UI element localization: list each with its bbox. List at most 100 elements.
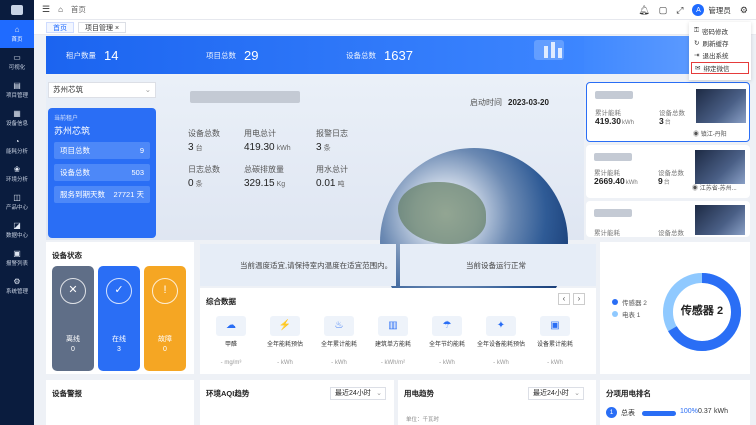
- sidebar-item-product-center[interactable]: ◫ 产品中心: [0, 188, 34, 216]
- rank-name: 总表: [621, 410, 635, 417]
- energy-unit: kWh: [622, 120, 634, 126]
- energy-number: 419.30: [595, 116, 621, 126]
- sidebar-item-label: 可视化: [8, 65, 26, 71]
- username[interactable]: 管理员: [708, 5, 731, 16]
- metric-annual-device-energy-estimate: ✦ 全年设备能耗预估 - kWh: [476, 316, 526, 366]
- rank-unit: kWh: [714, 408, 728, 415]
- settings-gear-icon[interactable]: ⚙: [740, 5, 748, 16]
- stat-label: 用水总计: [316, 165, 348, 174]
- rank-value: 0.37: [698, 408, 712, 415]
- data-icon: ◪: [13, 221, 21, 230]
- stat-value: 419.30 kWh: [244, 142, 291, 153]
- home-icon: ⌂: [14, 25, 20, 34]
- project-card[interactable]: 累计能耗 设备总数: [586, 201, 750, 237]
- device-value: 9台: [658, 176, 670, 186]
- project-thumbnail: [696, 89, 746, 123]
- project-card[interactable]: 累计能耗 2669.40kWh 设备总数 9台 ◉ 江苏省-苏州...: [586, 145, 750, 198]
- sidebar-item-label: 项目管理: [5, 93, 28, 99]
- tenant-row: 项目总数 9: [54, 142, 150, 159]
- stat-label: 租户数量: [66, 50, 96, 60]
- notification-bell-icon[interactable]: 🔔︎: [638, 5, 649, 16]
- menu-item-refresh-cache[interactable]: ↻ 刷新缓存: [689, 37, 751, 49]
- menu-item-label: 刷新缓存: [702, 41, 729, 48]
- device-status-card-fault[interactable]: ! 故障 0: [144, 266, 186, 371]
- environment-icon: ❀: [13, 165, 21, 174]
- project-thumbnail: [695, 205, 745, 235]
- menu-item-label: 绑定微信: [703, 66, 730, 73]
- notice-text: 当前设备运行正常: [466, 260, 526, 270]
- energy-unit: kWh: [625, 180, 638, 186]
- project-name-blurred: [190, 91, 300, 103]
- sidebar-item-label: 报警列表: [5, 261, 28, 267]
- sidebar-item-project-management[interactable]: ▤ 项目管理: [0, 76, 34, 104]
- panel-title: 设备状态: [52, 251, 82, 260]
- fault-icon: !: [152, 278, 178, 304]
- start-time: 启动时间 2023-03-20: [470, 97, 549, 108]
- device-cumulative-energy-icon: ▣: [540, 316, 570, 336]
- legend-item: 传感器 2: [612, 298, 647, 310]
- menu-toggle-icon[interactable]: ☰: [42, 4, 50, 15]
- tenant-card: 当前租户 苏州芯筑 项目总数 9 设备总数 503 服务到期天数 27721 天: [48, 108, 156, 238]
- status-label: 离线: [66, 336, 80, 343]
- stat-unit: kWh: [276, 145, 291, 152]
- prev-page-button[interactable]: ‹: [558, 293, 570, 305]
- next-page-button[interactable]: ›: [573, 293, 585, 305]
- project-card-name-blurred: [594, 209, 632, 217]
- menu-item-bind-wechat[interactable]: ✉ 绑定微信: [691, 62, 749, 74]
- status-label: 在线: [112, 336, 126, 343]
- metric-label: 甲醛: [224, 342, 237, 348]
- tab-close-icon[interactable]: ×: [115, 25, 119, 32]
- sidebar-item-device-info[interactable]: ▦ 设备信息: [0, 104, 34, 132]
- formaldehyde-icon: ☁: [216, 316, 246, 336]
- sidebar-item-visualization[interactable]: ▭ 可视化: [0, 48, 34, 76]
- fullscreen-icon[interactable]: ⤢: [676, 5, 683, 16]
- project-card[interactable]: 累计能耗 419.30kWh 设备总数 3台 ◉ 镇江-丹阳: [586, 82, 750, 142]
- stat-number: 3: [188, 142, 194, 153]
- project-stat: 报警日志 3 条: [316, 128, 348, 153]
- tab-label: 项目管理: [85, 24, 113, 32]
- stat-label: 总碳排放量: [244, 165, 284, 174]
- sidebar-item-home[interactable]: ⌂ 首页: [0, 20, 34, 48]
- sidebar-item-alarm-list[interactable]: ▣ 报警列表: [0, 244, 34, 272]
- location-text: 江苏省-苏州...: [699, 186, 737, 192]
- sidebar-item-label: 产品中心: [5, 205, 28, 211]
- metric-label: 建筑单方能耗: [374, 342, 411, 348]
- stat-project-count: 项目总数 29: [206, 48, 326, 63]
- stat-unit: 条: [195, 181, 203, 188]
- stat-unit: Kg: [276, 181, 286, 188]
- stat-value: 0条: [188, 178, 220, 189]
- tenant-row: 设备总数 503: [54, 164, 150, 181]
- power-range-select[interactable]: 最近24小时 ⌄: [528, 387, 584, 400]
- metric-label: 全年累计能耗: [320, 342, 357, 348]
- energy-number: 2669.40: [594, 176, 625, 186]
- avatar[interactable]: A: [692, 4, 705, 16]
- sidebar-item-environment-analysis[interactable]: ❀ 环境分析: [0, 160, 34, 188]
- tab-project-management[interactable]: 项目管理 ×: [78, 21, 127, 33]
- aqi-range-select[interactable]: 最近24小时 ⌄: [330, 387, 386, 400]
- stat-value: 329.15 Kg: [244, 178, 285, 189]
- energy-value: 419.30kWh: [595, 116, 634, 126]
- tab-home[interactable]: 首页: [46, 21, 74, 33]
- sidebar-item-data-center[interactable]: ◪ 数据中心: [0, 216, 34, 244]
- ranking-row: 1 总表 100% 0.37 kWh: [606, 407, 746, 421]
- row-value: 27721 天: [113, 190, 144, 199]
- tenant-select[interactable]: 苏州芯筑 ⌄: [48, 82, 156, 98]
- sidebar-item-system-management[interactable]: ⚙ 系统管理: [0, 272, 34, 300]
- project-stat: 日志总数 0 条: [188, 164, 220, 189]
- device-status-card-online[interactable]: ✓ 在线 3: [98, 266, 140, 371]
- row-label: 服务到期天数: [60, 190, 105, 199]
- home-icon[interactable]: ⌂: [58, 5, 63, 14]
- sidebar-item-energy-analysis[interactable]: ◔ 能耗分析: [0, 132, 34, 160]
- menu-item-logout[interactable]: ⇥ 退出系统: [689, 49, 751, 61]
- metric-device-cumulative-energy: ▣ 设备累计能耗 - kWh: [530, 316, 580, 366]
- stat-label: 日志总数: [188, 165, 220, 174]
- menu-item-change-password[interactable]: ⚿ 密码修改: [689, 25, 751, 37]
- metric-formaldehyde: ☁ 甲醛 - mg/m³: [206, 316, 256, 366]
- legend-dot: [612, 299, 618, 305]
- lock-icon[interactable]: ▢: [659, 5, 668, 16]
- device-status-card-offline[interactable]: ✕ 离线 0: [52, 266, 94, 371]
- row-label: 设备总数: [60, 168, 90, 177]
- location-text: 镇江-丹阳: [700, 132, 727, 138]
- rank-percent: 100%: [680, 408, 698, 415]
- tenant-name: 苏州芯筑: [54, 126, 91, 136]
